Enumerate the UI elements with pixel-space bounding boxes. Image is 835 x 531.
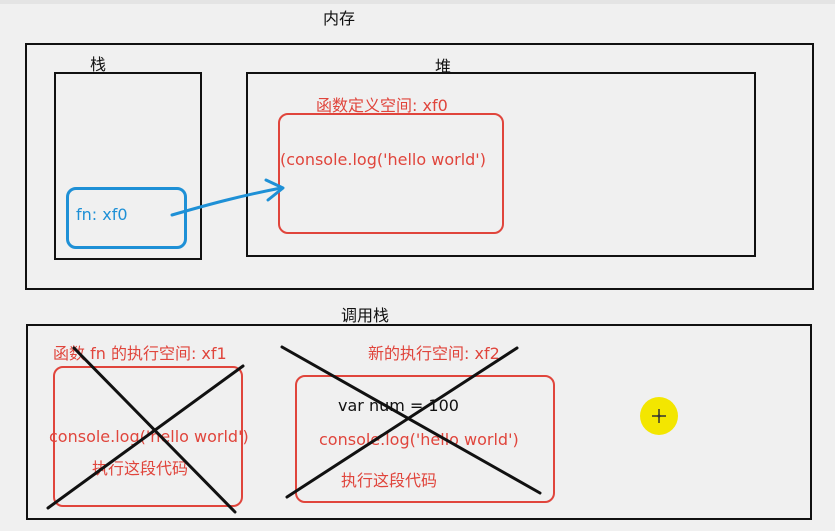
crosshair-icon: [652, 409, 666, 423]
frame2-label: 新的执行空间: xf2: [368, 344, 500, 363]
call-stack-title: 调用栈: [341, 306, 390, 325]
frame1-desc: 执行这段代码: [92, 459, 189, 478]
frame1-label: 函数 fn 的执行空间: xf1: [53, 344, 227, 363]
frame2-code: console.log('hello world'): [319, 430, 519, 449]
memory-title: 内存: [323, 9, 356, 28]
frame2-desc: 执行这段代码: [341, 471, 438, 490]
top-strip: [0, 0, 835, 4]
function-def-box: [278, 113, 504, 234]
frame2-var-line: var num = 100: [338, 396, 459, 415]
frame1-code: console.log('hello world'): [49, 427, 249, 446]
stack-var-label: fn: xf0: [76, 205, 128, 224]
function-def-code: (console.log('hello world'): [280, 150, 486, 169]
